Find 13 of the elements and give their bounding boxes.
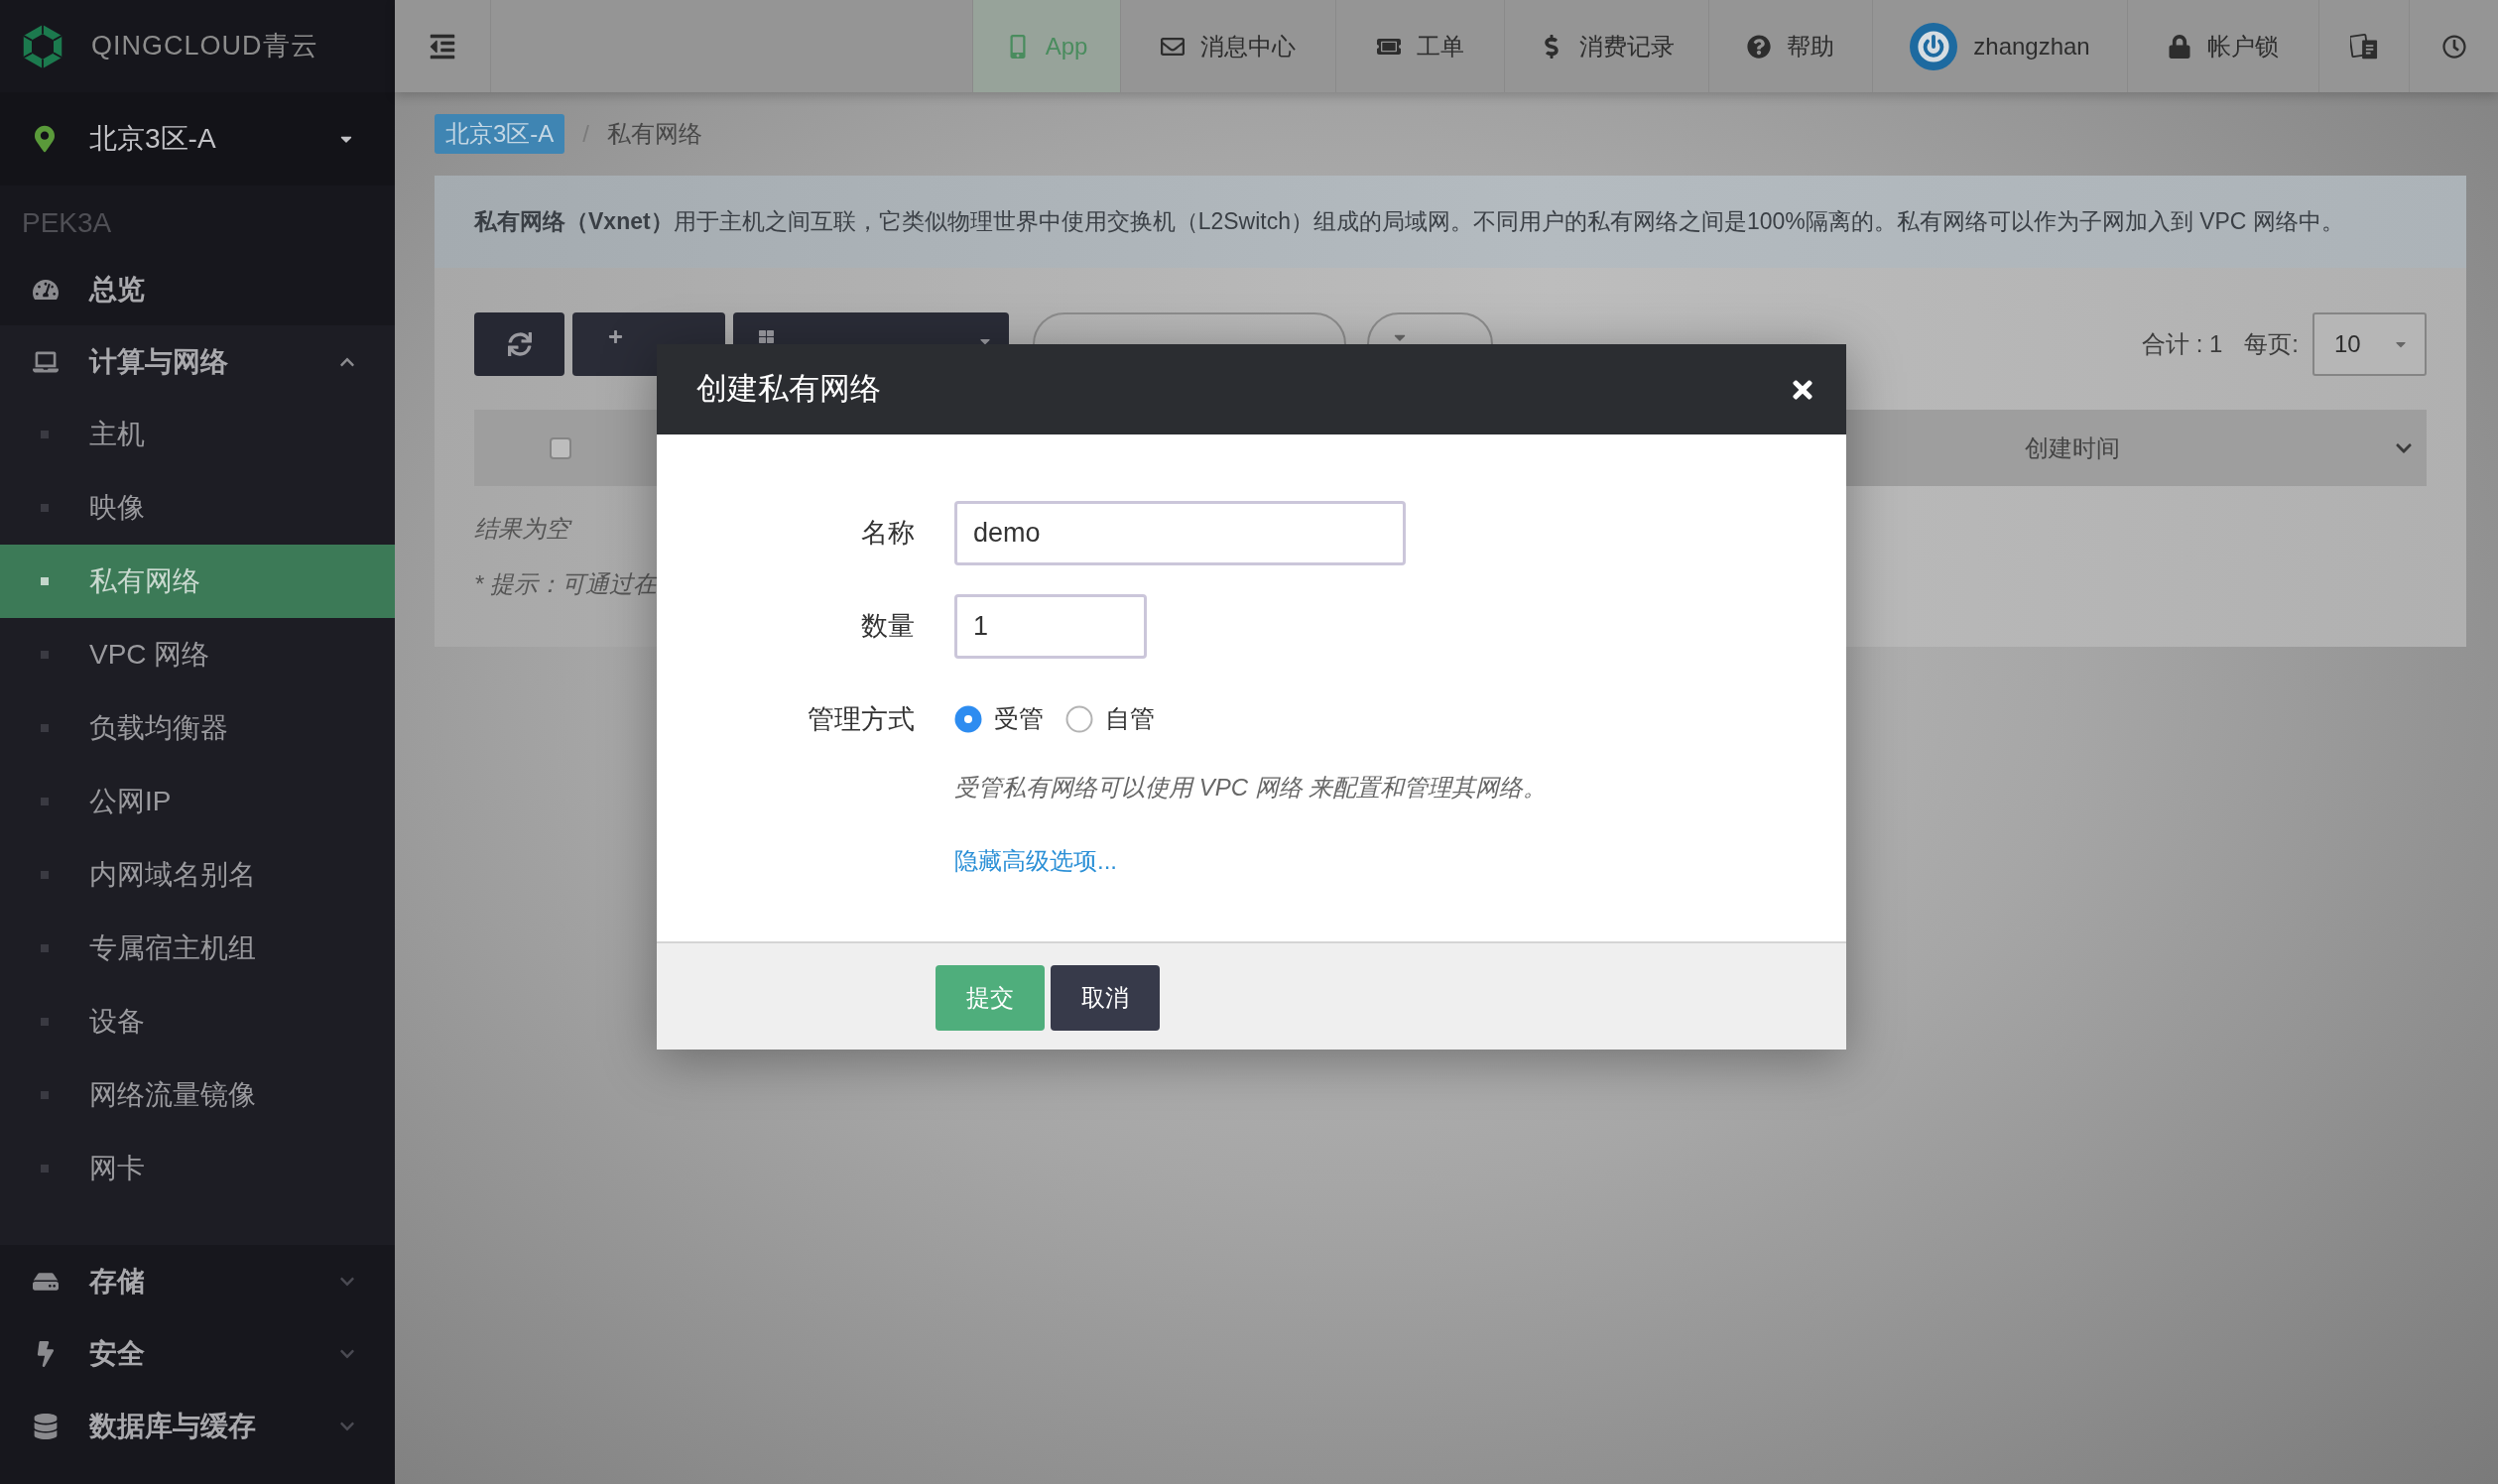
field-label: 数量 [860,609,915,643]
per-page-label: 每页: [2244,329,2299,359]
hint-text: 受管私有网络可以使用 VPC 网络 来配置和管理其网络。 [954,773,1548,803]
tip-text: * 提示：可通过在 [474,569,657,599]
field-label: 管理方式 [807,702,915,736]
zone-code: PEK3A [22,206,112,240]
field-label: 名称 [860,516,915,550]
total-count: 合计 : 1 [2141,329,2223,359]
dialog-title: 创建私有网络 [696,370,881,409]
logo-text: QINGCLOUD青云 [91,30,318,63]
breadcrumb-separator: / [582,119,590,149]
breadcrumb-current: 私有网络 [607,119,703,149]
info-text: 私有网络（Vxnet）用于主机之间互联，它类似物理世界中使用交换机（L2Switch）组成的局域网。不同用户的私有网络之间是100%隔离的。私有网络可以作为子网加入到 VPC 网络中。 [474,207,2344,237]
